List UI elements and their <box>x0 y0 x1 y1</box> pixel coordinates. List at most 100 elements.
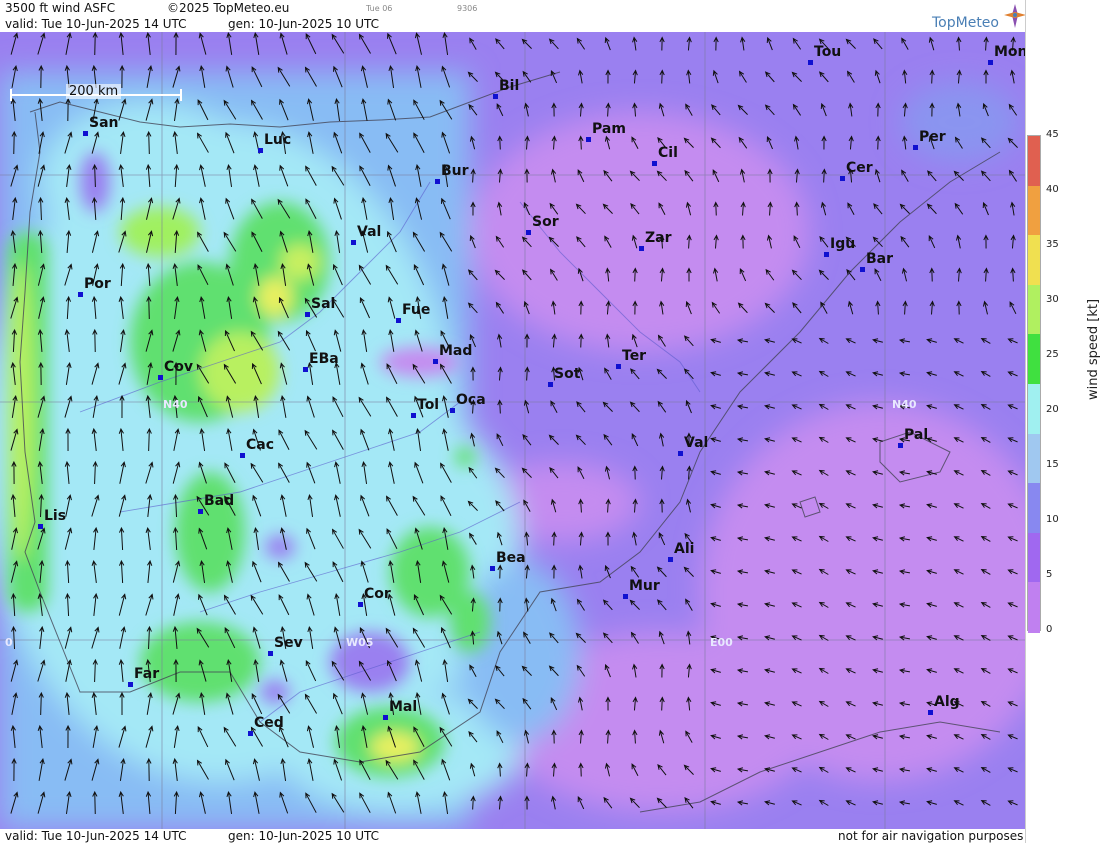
color-scale-tick: 45 <box>1046 129 1059 140</box>
panel-divider <box>1025 0 1026 843</box>
footer-valid-time: valid: Tue 10-Jun-2025 14 UTC <box>5 829 187 843</box>
city-marker <box>840 176 845 181</box>
city-label: Cov <box>164 359 194 375</box>
city-label: Zar <box>645 230 672 246</box>
city-label: Sev <box>274 635 303 651</box>
city-marker <box>639 246 644 251</box>
city-label: Bur <box>441 163 469 179</box>
city-label: Mon <box>994 44 1025 60</box>
legend-title: wind speed [kt] <box>1086 298 1101 400</box>
city-marker <box>433 359 438 364</box>
city-marker <box>303 367 308 372</box>
city-label: Sot <box>554 366 581 382</box>
city-label: Bea <box>496 550 526 566</box>
city-label: Per <box>919 129 946 145</box>
city-marker <box>860 267 865 272</box>
color-scale-segment <box>1028 334 1040 385</box>
grid-label-n40-east: N40 <box>892 398 917 411</box>
logo-text: TopMeteo <box>932 15 999 31</box>
color-scale-segment <box>1028 483 1040 534</box>
city-label: Bil <box>499 78 520 94</box>
city-label: Sor <box>532 214 559 230</box>
city-label: Igu <box>830 236 856 252</box>
city-marker <box>493 94 498 99</box>
city-marker <box>898 443 903 448</box>
city-label: Pam <box>592 121 626 137</box>
city-marker <box>435 179 440 184</box>
color-scale-tick: 15 <box>1046 459 1059 470</box>
city-label: Mad <box>439 343 473 359</box>
color-scale-segment <box>1028 433 1040 485</box>
color-scale-segment <box>1028 384 1040 435</box>
city-label: Val <box>357 224 382 240</box>
city-label: Cor <box>364 586 391 602</box>
city-marker <box>490 566 495 571</box>
map-footer: valid: Tue 10-Jun-2025 14 UTC gen: 10-Ju… <box>0 829 1025 843</box>
grid-label-e00: E00 <box>710 636 733 649</box>
city-marker <box>586 137 591 142</box>
city-label: Ali <box>674 541 695 557</box>
grid-label-w10: 0 <box>5 636 13 649</box>
color-scale-segment <box>1028 136 1040 187</box>
grid-label-w05: W05 <box>346 636 374 649</box>
color-scale-bar <box>1027 135 1041 633</box>
city-label: Pal <box>904 427 929 443</box>
city-label: Lis <box>44 508 67 524</box>
city-marker <box>383 715 388 720</box>
city-label: Alg <box>934 694 960 710</box>
city-label: Bad <box>204 493 235 509</box>
run-label: Tue 06 <box>366 4 393 13</box>
city-marker <box>351 240 356 245</box>
city-marker <box>411 413 416 418</box>
city-marker <box>808 60 813 65</box>
city-marker <box>678 451 683 456</box>
valid-time: valid: Tue 10-Jun-2025 14 UTC <box>5 17 187 31</box>
city-label: EBa <box>309 351 339 367</box>
city-label: Por <box>84 276 111 292</box>
wind-map[interactable]: N40 N40 W05 E00 0 200 km San Luc Bil Pam Cil… <box>0 32 1025 829</box>
city-marker <box>548 382 553 387</box>
wind-field <box>0 32 1025 829</box>
city-label: Fue <box>402 302 431 318</box>
city-marker <box>652 161 657 166</box>
city-marker <box>248 731 253 736</box>
copyright: ©2025 TopMeteo.eu <box>167 1 290 15</box>
city-marker <box>128 682 133 687</box>
color-scale-tick: 30 <box>1046 294 1059 305</box>
color-scale-segment <box>1028 532 1040 584</box>
product-title: 3500 ft wind ASFC <box>5 1 116 15</box>
code-label: 9306 <box>457 4 478 13</box>
city-label: Far <box>134 666 160 682</box>
city-label: Ter <box>622 348 647 364</box>
city-label: Val <box>684 435 709 451</box>
city-label: Cil <box>658 145 678 161</box>
city-label: Mal <box>389 699 418 715</box>
city-marker <box>198 509 203 514</box>
city-label: San <box>89 115 119 131</box>
city-marker <box>78 292 83 297</box>
color-scale-tick: 0 <box>1046 624 1053 635</box>
city-marker <box>158 375 163 380</box>
city-label: Cer <box>846 160 873 176</box>
color-scale-segment <box>1028 284 1040 336</box>
city-marker <box>668 557 673 562</box>
city-marker <box>240 453 245 458</box>
color-scale-segment <box>1028 235 1040 286</box>
gen-time: gen: 10-Jun-2025 10 UTC <box>228 17 380 31</box>
city-marker <box>450 408 455 413</box>
color-scale-segment <box>1028 582 1040 633</box>
city-label: Cac <box>246 437 275 453</box>
city-marker <box>526 230 531 235</box>
city-marker <box>928 710 933 715</box>
color-scale-tick: 25 <box>1046 349 1059 360</box>
city-marker <box>258 148 263 153</box>
city-marker <box>305 312 310 317</box>
color-scale-tick: 40 <box>1046 184 1059 195</box>
city-label: Tou <box>814 44 842 60</box>
city-label: Mur <box>629 578 660 594</box>
city-marker <box>913 145 918 150</box>
city-label: Oca <box>456 392 486 408</box>
topmeteo-logo: TopMeteo <box>932 4 1026 31</box>
city-marker <box>988 60 993 65</box>
color-scale-tick: 5 <box>1046 569 1053 580</box>
